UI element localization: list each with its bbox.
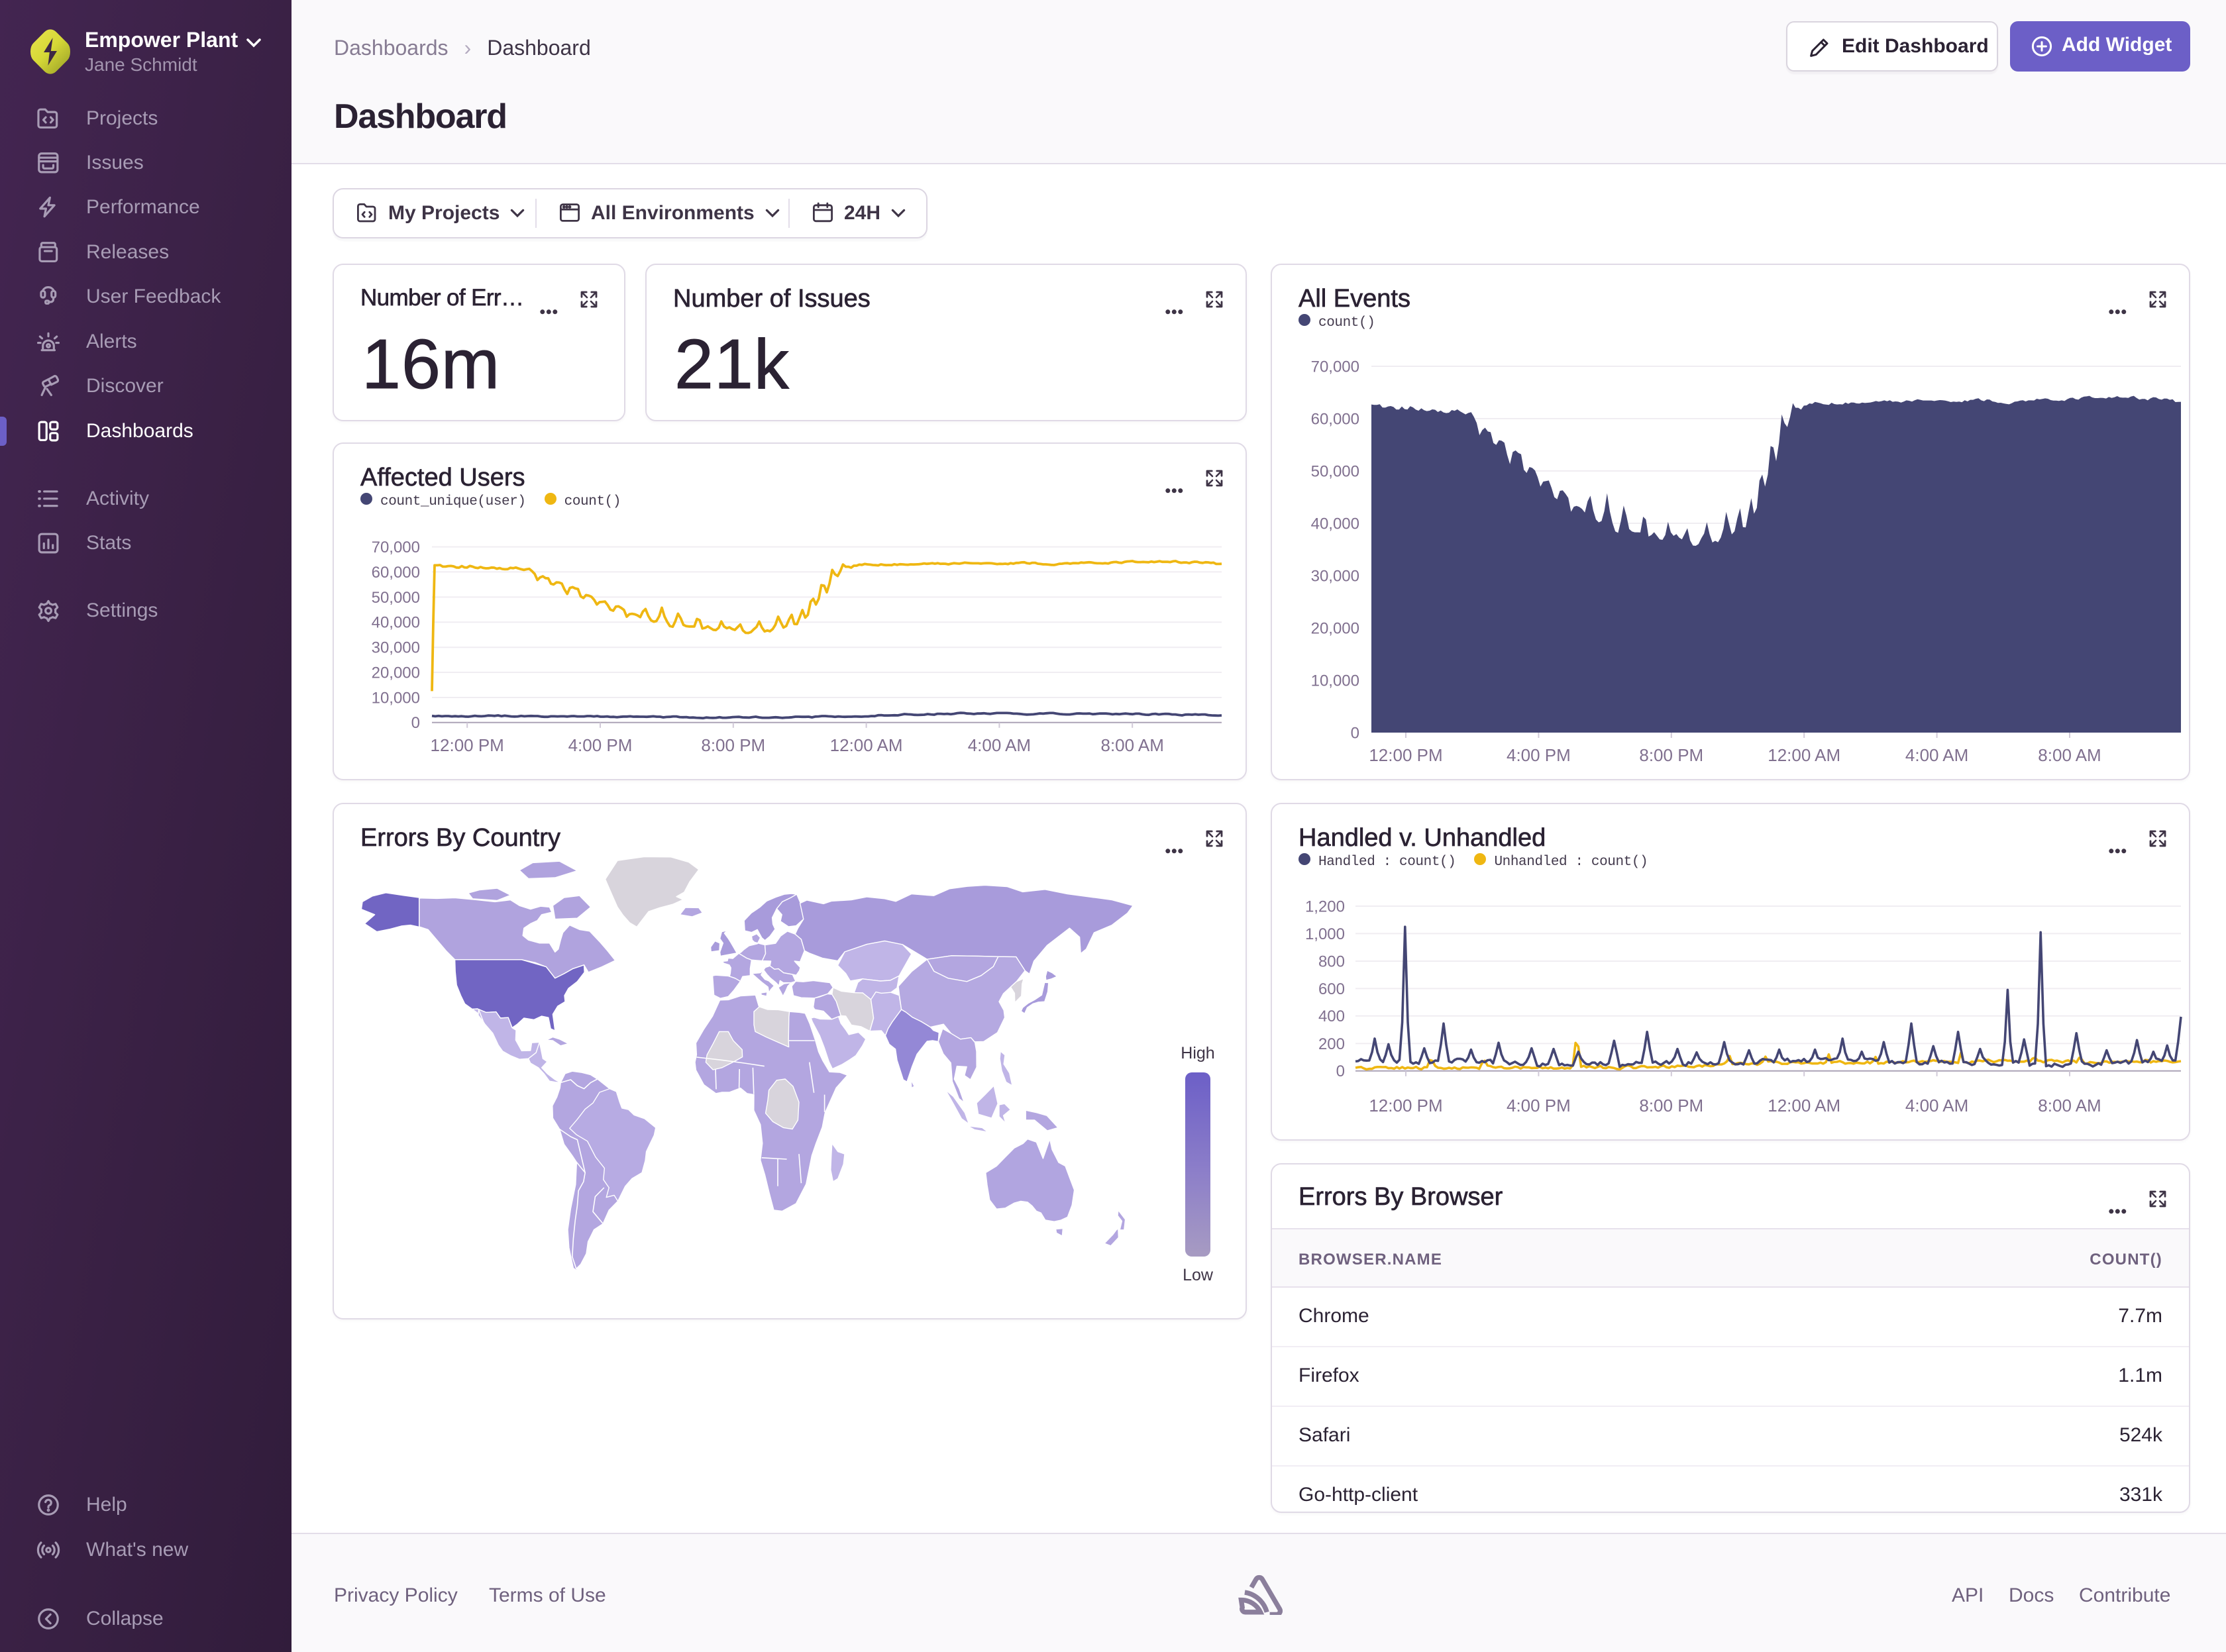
svg-text:12:00 AM: 12:00 AM xyxy=(830,735,903,755)
svg-text:12:00 PM: 12:00 PM xyxy=(431,735,504,755)
svg-text:30,000: 30,000 xyxy=(1311,567,1359,585)
svg-text:70,000: 70,000 xyxy=(372,539,420,556)
svg-text:12:00 AM: 12:00 AM xyxy=(1768,1096,1840,1115)
svg-text:50,000: 50,000 xyxy=(372,589,420,607)
svg-text:4:00 PM: 4:00 PM xyxy=(568,735,633,755)
svg-text:4:00 AM: 4:00 AM xyxy=(1905,745,1968,765)
svg-text:1,200: 1,200 xyxy=(1305,898,1345,915)
svg-text:400: 400 xyxy=(1318,1007,1345,1025)
svg-text:0: 0 xyxy=(1336,1062,1345,1080)
svg-text:800: 800 xyxy=(1318,953,1345,970)
svg-text:10,000: 10,000 xyxy=(372,689,420,707)
svg-text:8:00 AM: 8:00 AM xyxy=(1100,735,1163,755)
svg-text:60,000: 60,000 xyxy=(1311,410,1359,428)
svg-text:10,000: 10,000 xyxy=(1311,672,1359,690)
svg-text:4:00 AM: 4:00 AM xyxy=(1905,1096,1968,1115)
svg-text:12:00 AM: 12:00 AM xyxy=(1768,745,1840,765)
svg-text:200: 200 xyxy=(1318,1035,1345,1053)
svg-text:40,000: 40,000 xyxy=(372,614,420,632)
svg-text:70,000: 70,000 xyxy=(1311,358,1359,376)
svg-text:4:00 AM: 4:00 AM xyxy=(968,735,1031,755)
svg-text:8:00 AM: 8:00 AM xyxy=(2038,1096,2101,1115)
svg-text:4:00 PM: 4:00 PM xyxy=(1507,745,1571,765)
svg-text:12:00 PM: 12:00 PM xyxy=(1369,745,1442,765)
svg-text:1,000: 1,000 xyxy=(1305,925,1345,943)
svg-text:40,000: 40,000 xyxy=(1311,515,1359,533)
svg-text:20,000: 20,000 xyxy=(1311,619,1359,637)
svg-text:8:00 PM: 8:00 PM xyxy=(1639,745,1703,765)
svg-text:8:00 AM: 8:00 AM xyxy=(2038,745,2101,765)
svg-text:12:00 PM: 12:00 PM xyxy=(1369,1096,1442,1115)
svg-text:8:00 PM: 8:00 PM xyxy=(1639,1096,1703,1115)
svg-text:4:00 PM: 4:00 PM xyxy=(1507,1096,1571,1115)
svg-text:600: 600 xyxy=(1318,980,1345,998)
svg-text:20,000: 20,000 xyxy=(372,664,420,682)
svg-text:0: 0 xyxy=(411,714,420,732)
svg-text:30,000: 30,000 xyxy=(372,639,420,657)
svg-text:50,000: 50,000 xyxy=(1311,462,1359,480)
svg-text:8:00 PM: 8:00 PM xyxy=(701,735,765,755)
svg-text:0: 0 xyxy=(1351,724,1359,742)
svg-text:60,000: 60,000 xyxy=(372,564,420,582)
